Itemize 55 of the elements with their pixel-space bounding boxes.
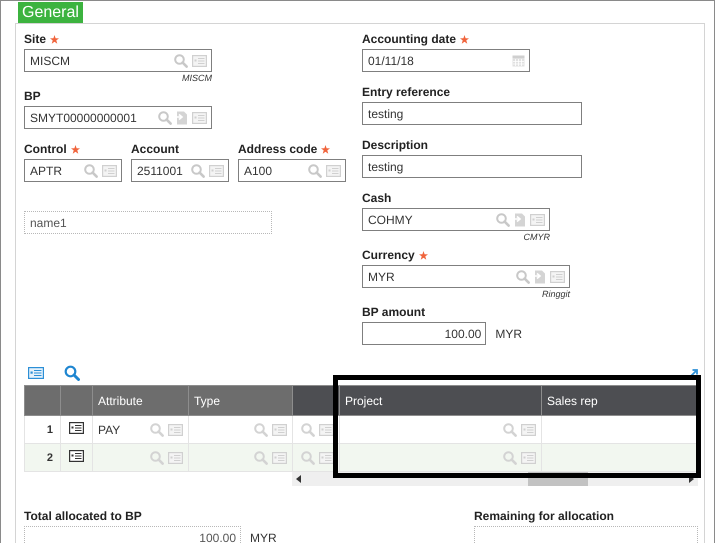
jump-icon[interactable]: [514, 212, 526, 226]
field-hint: Ringgit: [542, 289, 570, 301]
input-field[interactable]: 2511001: [131, 159, 229, 182]
column-header[interactable]: Type: [188, 386, 292, 416]
input-field[interactable]: MYR: [362, 265, 570, 288]
field-label: Account: [131, 142, 179, 156]
input-field[interactable]: APTR: [24, 159, 122, 182]
input-field: 100.00: [24, 526, 241, 543]
detail-icon[interactable]: [69, 422, 84, 434]
unit-label: MYR: [250, 530, 277, 543]
field-label: Site: [24, 32, 46, 46]
field-label: Control: [24, 142, 67, 156]
field-label: Accounting date: [362, 32, 456, 46]
row-number: 2: [24, 444, 60, 472]
input-field[interactable]: 100.00: [362, 322, 486, 345]
field-label: BP: [24, 89, 41, 103]
field-label: Currency: [362, 248, 415, 262]
scroll-right-icon[interactable]: [689, 475, 694, 483]
field-label: Total allocated to BP: [24, 509, 142, 523]
field-label: Description: [362, 138, 428, 152]
input-field[interactable]: MISCM: [24, 49, 212, 72]
search-icon[interactable]: [191, 164, 205, 178]
input-field[interactable]: COHMY: [362, 208, 550, 231]
field-label: BP amount: [362, 305, 426, 319]
expand-icon[interactable]: [690, 369, 698, 377]
field-label: Entry reference: [362, 85, 450, 99]
search-icon[interactable]: [174, 54, 188, 68]
input-field[interactable]: testing: [362, 155, 582, 178]
input-field[interactable]: SMYT00000000001: [24, 106, 212, 129]
input-field[interactable]: name1: [24, 211, 272, 234]
search-icon[interactable]: [158, 110, 172, 124]
search-icon[interactable]: [308, 164, 322, 178]
input-field[interactable]: 01/11/18: [362, 49, 530, 72]
column-header[interactable]: Attribute: [92, 386, 188, 416]
search-icon[interactable]: [64, 365, 80, 381]
table-cell: PAY: [98, 422, 120, 436]
input-field[interactable]: A100: [238, 159, 346, 182]
detail-icon[interactable]: [69, 450, 84, 462]
column-header[interactable]: Project: [340, 386, 542, 416]
field-label: Remaining for allocation: [474, 509, 614, 523]
unit-label: MYR: [495, 326, 522, 340]
search-icon[interactable]: [84, 164, 98, 178]
jump-icon[interactable]: [534, 270, 546, 284]
field-hint: MISCM: [182, 73, 212, 85]
search-icon[interactable]: [516, 270, 530, 284]
input-field[interactable]: testing: [362, 102, 582, 125]
search-icon[interactable]: [496, 212, 510, 226]
calendar-icon[interactable]: [512, 54, 525, 67]
field-label: Cash: [362, 191, 392, 205]
scroll-left-icon[interactable]: [296, 475, 301, 483]
column-header[interactable]: Sales rep: [542, 386, 698, 416]
jump-icon[interactable]: [176, 110, 188, 124]
row-number: 1: [24, 416, 60, 444]
field-hint: CMYR: [524, 232, 550, 244]
field-label: Address code: [238, 142, 318, 156]
